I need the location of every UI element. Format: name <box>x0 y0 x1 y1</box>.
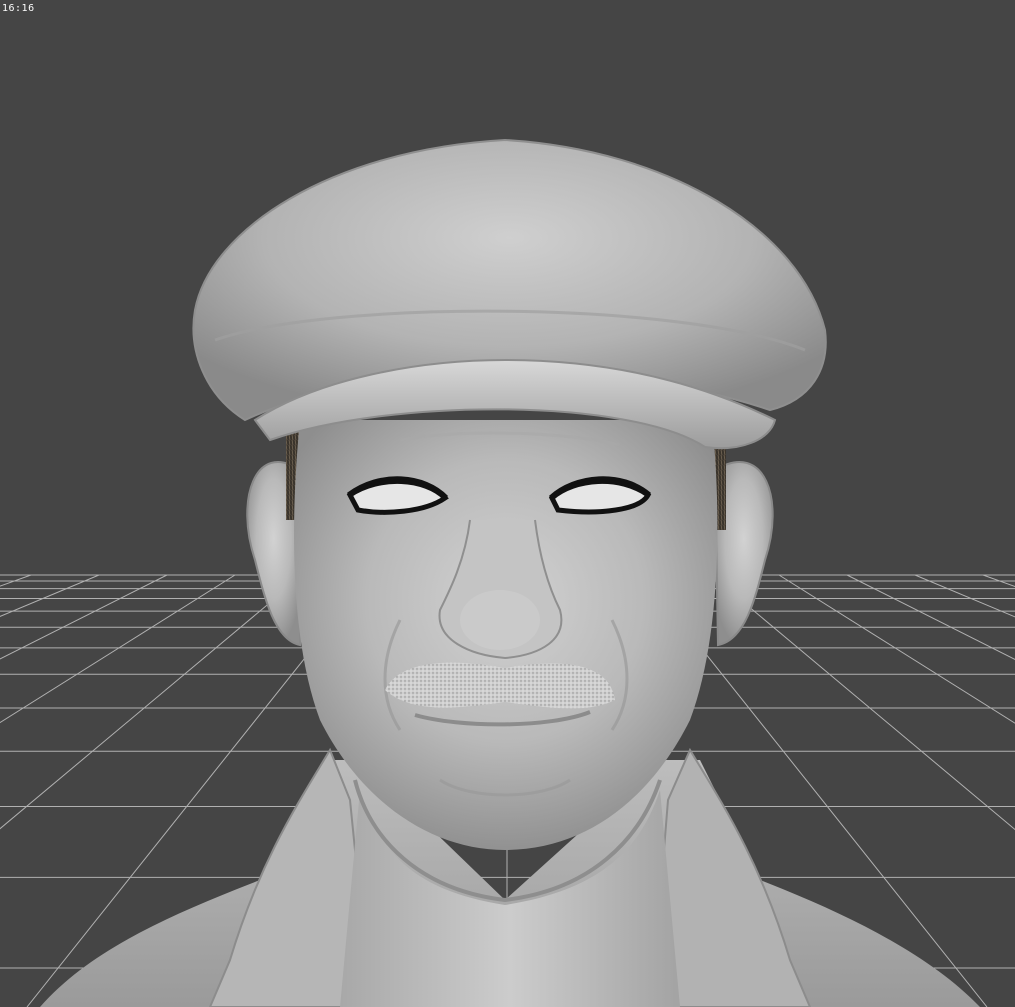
3d-viewport[interactable]: 16:16 <box>0 0 1015 1007</box>
hud-timestamp: 16:16 <box>2 3 35 14</box>
scene-canvas[interactable] <box>0 0 1015 1007</box>
nose-tip <box>460 590 540 650</box>
mustache <box>385 662 615 709</box>
